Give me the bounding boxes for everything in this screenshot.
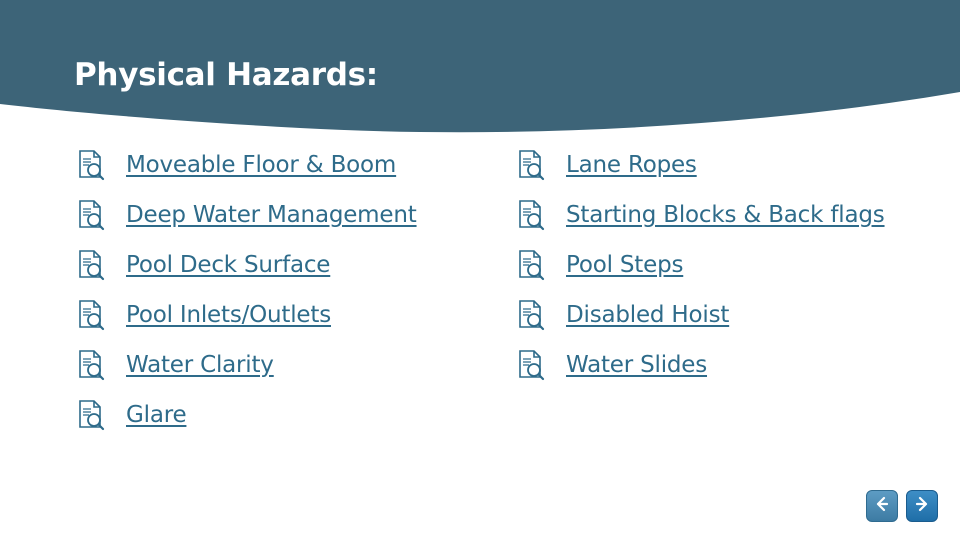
document-search-icon xyxy=(76,349,106,381)
list-item[interactable]: Pool Inlets/Outlets xyxy=(76,290,506,340)
document-search-icon xyxy=(516,249,546,281)
previous-slide-button[interactable] xyxy=(866,490,898,522)
page-title: Physical Hazards: xyxy=(74,57,378,93)
list-item[interactable]: Deep Water Management xyxy=(76,190,506,240)
list-item-label[interactable]: Pool Deck Surface xyxy=(126,252,330,278)
document-search-icon xyxy=(76,249,106,281)
list-item[interactable]: Moveable Floor & Boom xyxy=(76,140,506,190)
list-item[interactable]: Disabled Hoist xyxy=(516,290,946,340)
document-search-icon xyxy=(76,199,106,231)
document-search-icon xyxy=(516,349,546,381)
list-item[interactable]: Glare xyxy=(76,390,506,440)
document-search-icon xyxy=(76,149,106,181)
link-column-left: Moveable Floor & Boom Deep Water Managem… xyxy=(76,140,506,440)
list-item-label[interactable]: Lane Ropes xyxy=(566,152,697,178)
list-item-label[interactable]: Water Slides xyxy=(566,352,707,378)
list-item-label[interactable]: Starting Blocks & Back flags xyxy=(566,202,885,228)
document-search-icon xyxy=(516,299,546,331)
list-item-label[interactable]: Water Clarity xyxy=(126,352,274,378)
arrow-right-icon xyxy=(913,495,931,518)
list-item-label[interactable]: Moveable Floor & Boom xyxy=(126,152,396,178)
slide-navigation xyxy=(866,490,938,522)
list-item[interactable]: Pool Steps xyxy=(516,240,946,290)
list-item[interactable]: Lane Ropes xyxy=(516,140,946,190)
list-item[interactable]: Water Clarity xyxy=(76,340,506,390)
list-item-label[interactable]: Pool Steps xyxy=(566,252,683,278)
document-search-icon xyxy=(76,399,106,431)
slide: Physical Hazards: Moveable Floor & Boom xyxy=(0,0,960,540)
list-item-label[interactable]: Pool Inlets/Outlets xyxy=(126,302,331,328)
next-slide-button[interactable] xyxy=(906,490,938,522)
list-item-label[interactable]: Deep Water Management xyxy=(126,202,417,228)
list-item[interactable]: Starting Blocks & Back flags xyxy=(516,190,946,240)
arrow-left-icon xyxy=(873,495,891,518)
document-search-icon xyxy=(516,199,546,231)
content-area: Moveable Floor & Boom Deep Water Managem… xyxy=(0,140,960,540)
list-item-label[interactable]: Disabled Hoist xyxy=(566,302,729,328)
list-item[interactable]: Water Slides xyxy=(516,340,946,390)
list-item-label[interactable]: Glare xyxy=(126,402,187,428)
document-search-icon xyxy=(76,299,106,331)
list-item[interactable]: Pool Deck Surface xyxy=(76,240,506,290)
document-search-icon xyxy=(516,149,546,181)
link-column-right: Lane Ropes Starting Blocks & Back flags xyxy=(516,140,946,390)
